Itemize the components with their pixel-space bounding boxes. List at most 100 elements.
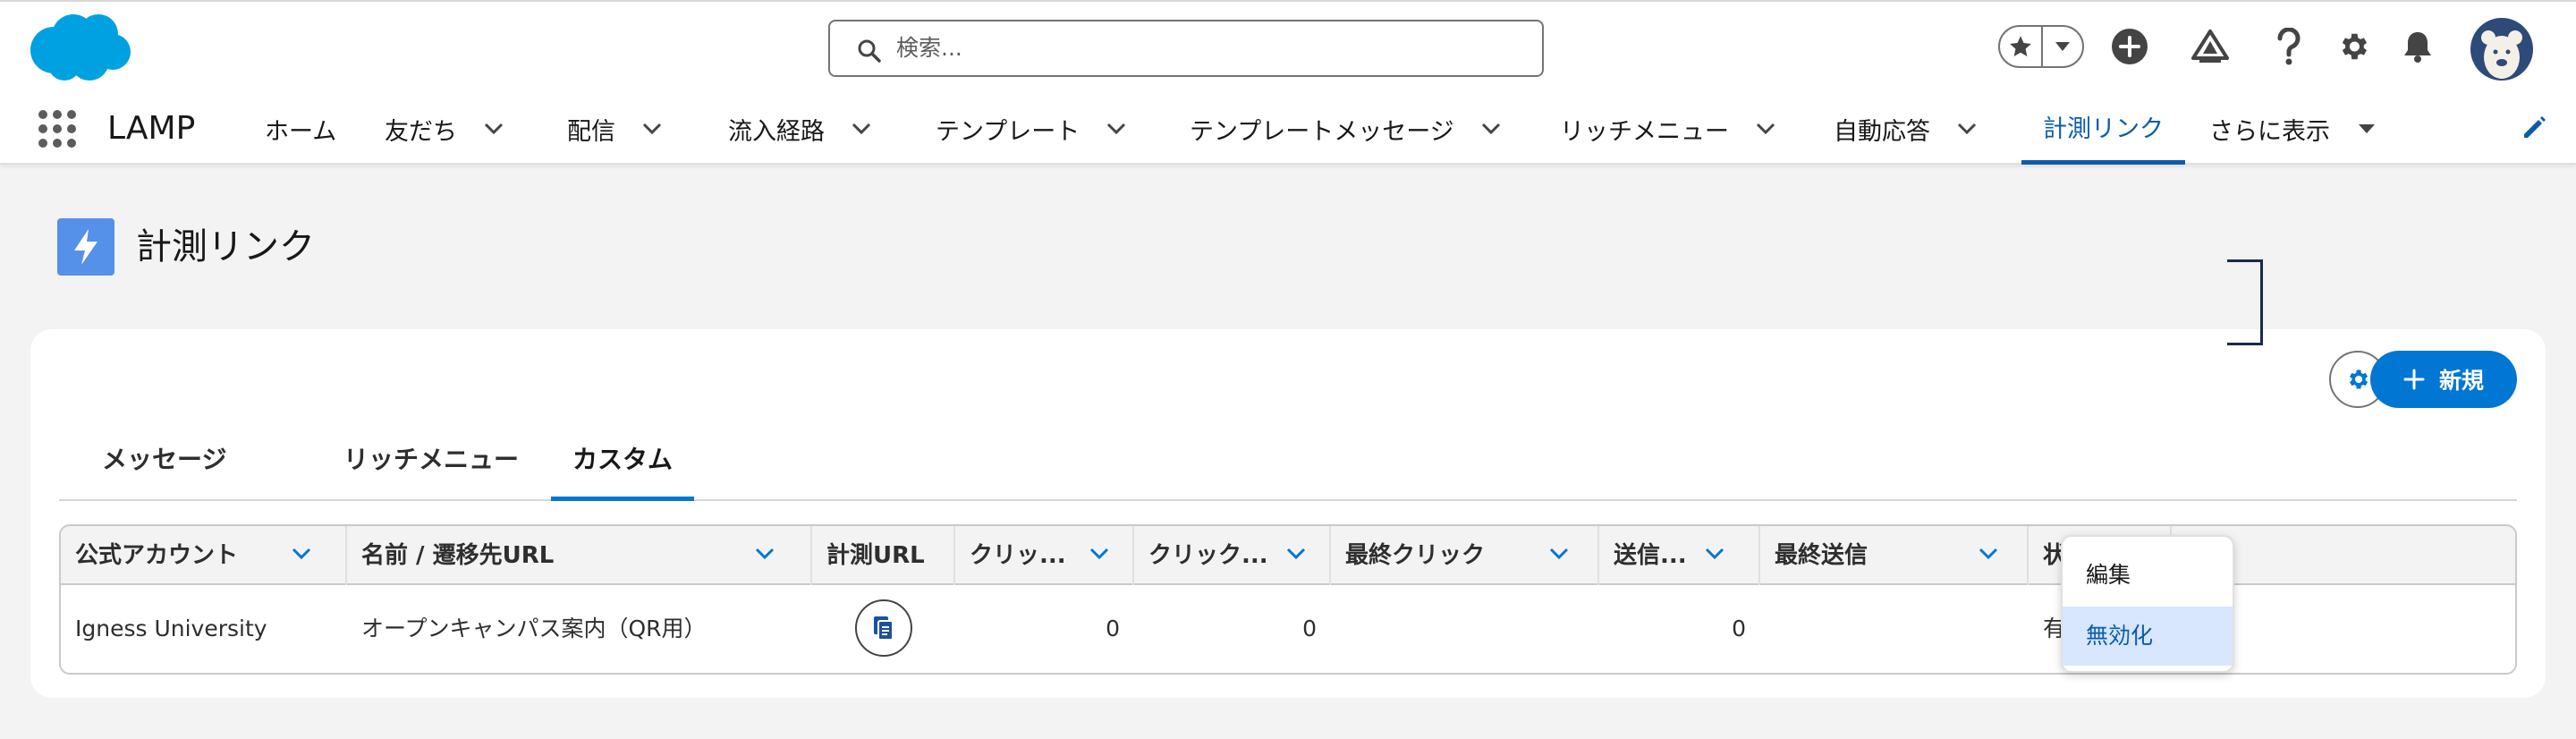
tracking-link-page-icon [57,218,114,276]
bear-avatar-icon [2481,30,2522,79]
tab-label: カスタム [572,445,674,474]
favorites-list-button[interactable] [2041,27,2082,66]
column-header-label: クリック... [1148,542,1268,569]
user-avatar[interactable] [2470,18,2533,81]
column-header-account[interactable]: 公式アカウント [61,526,347,585]
nav-item-label: 配信 [567,117,615,146]
chevron-down-icon[interactable] [1979,548,1998,560]
cell-sent: 0 [1732,616,1746,641]
chevron-down-icon[interactable] [292,548,311,560]
trailhead-guidance-button[interactable] [2188,23,2233,70]
chevron-down-icon[interactable] [1549,548,1569,560]
app-navigation-bar: LAMP ホーム 友だち 配信 流入経路 テンプレート テンプレートメッセージ … [0,93,2576,165]
nav-item-more[interactable]: さらに表示 [2209,93,2377,165]
chevron-down-icon[interactable] [642,123,662,135]
nav-item-delivery[interactable]: 配信 [567,93,662,165]
nav-item-label: ホーム [265,117,337,146]
nav-item-auto-reply[interactable]: 自動応答 [1834,93,1977,165]
add-icon [2112,29,2148,64]
chevron-down-icon[interactable] [1481,123,1501,135]
nav-item-label: 計測リンク [2043,115,2164,143]
chevron-down-icon[interactable] [1106,123,1126,135]
tab-custom[interactable]: カスタム [551,419,695,501]
nav-item-tracking-link[interactable]: 計測リンク [2021,93,2185,165]
gear-icon [2342,33,2368,60]
menu-item-disable[interactable]: 無効化 [2063,607,2233,666]
lightning-icon [74,229,97,265]
nav-item-label: 自動応答 [1834,117,1930,146]
star-icon [2010,36,2031,56]
caret-down-icon[interactable] [2357,123,2377,135]
nav-item-label: 流入経路 [728,117,825,146]
global-search-input[interactable]: 検索... [828,20,1544,77]
new-button-label: 新規 [2438,368,2484,394]
chevron-down-icon[interactable] [1089,548,1109,560]
tab-message[interactable]: メッセージ [102,419,226,501]
chevron-down-icon[interactable] [484,123,504,135]
chevron-down-icon[interactable] [852,123,871,135]
cell-name-url[interactable]: オープンキャンパス案内（QR用） [361,585,800,673]
column-header-last-click[interactable]: 最終クリック [1331,526,1599,585]
column-header-clicks[interactable]: クリッ... [955,526,1134,585]
copy-tracking-url-button[interactable] [855,599,912,657]
salesforce-logo-icon[interactable] [27,11,132,84]
column-header-last-sent[interactable]: 最終送信 [1760,526,2029,585]
nav-item-label: テンプレート [936,117,1080,146]
column-header-label: 最終送信 [1775,542,1868,569]
column-header-label: 送信... [1614,542,1687,569]
nav-item-template-message[interactable]: テンプレートメッセージ [1190,93,1501,165]
plus-icon [2403,369,2425,390]
setup-button[interactable] [2331,23,2376,70]
search-placeholder: 検索... [896,35,962,61]
column-header-tracking-url[interactable]: 計測URL [812,526,955,585]
caret-down-icon [2055,42,2070,51]
favorites-button-group [1998,25,2084,68]
tab-label: メッセージ [102,445,227,474]
notifications-button[interactable] [2395,23,2440,70]
new-button[interactable]: 新規 [2370,351,2517,408]
trailhead-icon [2191,30,2229,63]
chevron-down-icon[interactable] [1286,548,1306,560]
nav-item-label: リッチメニュー [1560,117,1729,146]
pencil-icon[interactable] [2519,113,2549,143]
help-icon [2277,28,2301,65]
column-header-label: 計測URL [826,542,925,569]
chevron-down-icon[interactable] [1957,123,1977,135]
tab-label: リッチメニュー [343,445,520,474]
cell-last-sent [1775,585,2016,673]
copy-icon [874,616,894,641]
column-header-label: 最終クリック [1345,542,1486,569]
tab-rich-menu[interactable]: リッチメニュー [343,419,519,501]
nav-item-label: さらに表示 [2209,117,2330,146]
column-header-label: クリッ... [970,542,1066,569]
page-title: 計測リンク [136,226,315,268]
cell-account: Igness University [75,616,267,641]
chevron-down-icon[interactable] [1756,123,1775,135]
nav-item-inflow-route[interactable]: 流入経路 [728,93,871,165]
nav-item-home[interactable]: ホーム [265,93,336,165]
column-header-name-url[interactable]: 名前 / 遷移先URL [347,526,812,585]
column-header-sent[interactable]: 送信... [1599,526,1760,585]
cell-clicks: 0 [1106,616,1120,641]
nav-item-template[interactable]: テンプレート [936,93,1126,165]
nav-item-label: 友だち [385,117,457,146]
global-header: 検索... [0,0,2576,93]
nav-item-label: テンプレートメッセージ [1190,117,1454,146]
search-icon [858,39,881,63]
help-button[interactable] [2267,23,2311,70]
app-launcher-icon[interactable] [38,109,77,149]
chevron-down-icon[interactable] [755,548,775,560]
favorites-button[interactable] [2000,27,2041,66]
cell-unique-clicks: 0 [1302,616,1317,641]
global-actions-button[interactable] [2107,23,2152,70]
menu-item-edit[interactable]: 編集 [2063,546,2233,605]
row-actions-button[interactable] [2227,259,2263,345]
nav-item-friends[interactable]: 友だち [385,93,504,165]
nav-item-rich-menu[interactable]: リッチメニュー [1560,93,1775,165]
chevron-down-icon[interactable] [1705,548,1724,560]
column-header-label: 公式アカウント [75,542,239,569]
app-name: LAMP [107,110,196,147]
bell-icon [2404,32,2431,63]
column-header-unique-clicks[interactable]: クリック... [1134,526,1331,585]
row-actions-menu: 編集 無効化 [2061,535,2234,673]
